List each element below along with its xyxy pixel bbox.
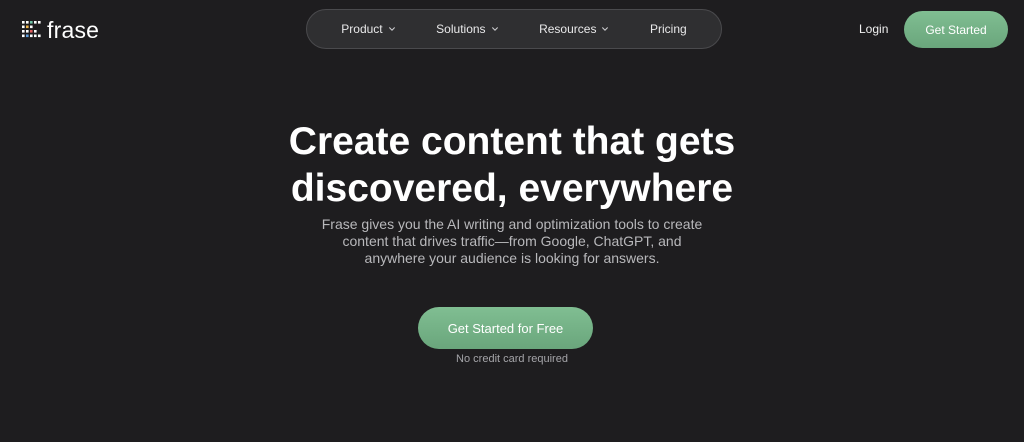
no-credit-card-note: No credit card required <box>456 353 568 365</box>
nav-item-label: Pricing <box>650 22 687 36</box>
brand-logo[interactable]: frase <box>22 16 99 44</box>
login-link[interactable]: Login <box>859 22 888 36</box>
get-started-button[interactable]: Get Started <box>904 11 1008 48</box>
frase-logo-icon <box>22 20 42 40</box>
hero-subtitle: Frase gives you the AI writing and optim… <box>0 216 1024 267</box>
nav-item-pricing[interactable]: Pricing <box>650 22 687 36</box>
chevron-down-icon <box>601 25 609 33</box>
hero-title-line: Create content that gets <box>288 120 736 163</box>
hero-title-line: discovered, everywhere <box>290 167 734 210</box>
hero-subtitle-line: anywhere your audience is looking for an… <box>364 250 660 266</box>
chevron-down-icon <box>388 25 396 33</box>
chevron-down-icon <box>491 25 499 33</box>
hero-subtitle-line: Frase gives you the AI writing and optim… <box>321 216 703 232</box>
nav-item-label: Product <box>341 22 383 36</box>
nav-item-solutions[interactable]: Solutions <box>436 22 498 36</box>
get-started-free-button[interactable]: Get Started for Free <box>418 307 593 349</box>
nav-item-label: Resources <box>539 22 597 36</box>
nav-item-resources[interactable]: Resources <box>539 22 609 36</box>
nav-item-label: Solutions <box>436 22 486 36</box>
brand-name: frase <box>47 16 100 43</box>
main-nav: Product Solutions Resources Pricing <box>306 9 722 49</box>
hero-subtitle-line: content that drives traffic—from Google,… <box>342 233 682 249</box>
hero-title: Create content that gets discovered, eve… <box>0 118 1024 212</box>
nav-item-product[interactable]: Product <box>341 22 395 36</box>
